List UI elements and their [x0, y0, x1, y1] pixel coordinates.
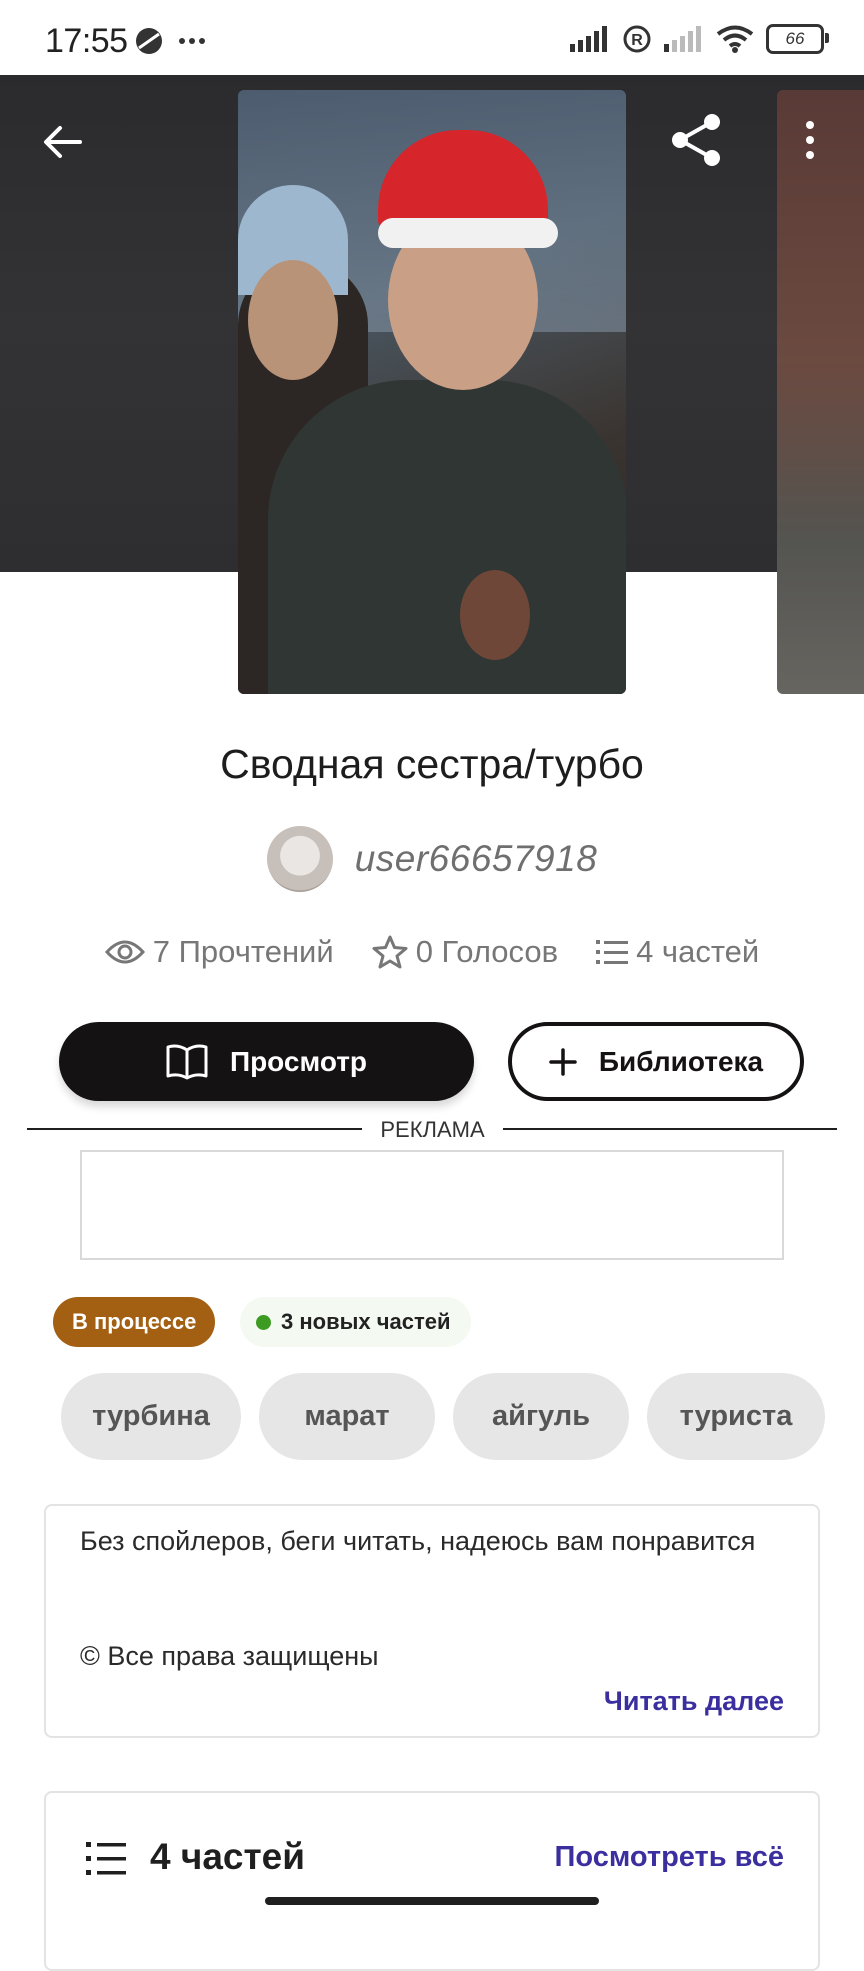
parts-section-title: 4 частей	[150, 1836, 305, 1877]
book-icon	[166, 1044, 208, 1079]
story-title: Сводная сестра/турбо	[220, 741, 644, 787]
svg-text:R: R	[631, 32, 643, 49]
parts-stat: 4 частей	[596, 934, 759, 970]
signal-weak-icon	[664, 26, 701, 52]
story-stats: 7 Прочтений 0 Голосов 4 частей	[0, 934, 864, 970]
more-vertical-icon	[806, 121, 814, 159]
read-more-link[interactable]: Читать далее	[604, 1686, 784, 1717]
back-button[interactable]	[30, 110, 94, 174]
roaming-r-icon: R	[623, 25, 651, 53]
wifi-icon	[716, 25, 754, 53]
author-avatar[interactable]	[266, 826, 333, 892]
battery-icon: 66	[766, 24, 829, 54]
eye-icon	[104, 940, 145, 964]
more-options-button[interactable]	[790, 104, 830, 176]
tag-chip[interactable]: айгуль	[453, 1373, 629, 1460]
home-indicator[interactable]	[265, 1897, 599, 1905]
status-right-icons: R 66	[570, 24, 829, 54]
tag-chip[interactable]: марат	[259, 1373, 435, 1460]
parts-count: 4 частей	[636, 934, 760, 969]
ad-label: РЕКЛАМА	[380, 1117, 485, 1142]
story-cover-image[interactable]	[238, 90, 626, 694]
star-icon	[372, 935, 408, 969]
parts-card	[44, 1791, 820, 1971]
list-icon	[86, 1842, 126, 1875]
read-button[interactable]: Просмотр	[59, 1022, 474, 1101]
new-parts-label: 3 новых частей	[281, 1309, 451, 1334]
new-indicator-dot	[256, 1314, 271, 1330]
battery-level: 66	[785, 29, 805, 48]
tag-chip[interactable]: туриста	[647, 1373, 825, 1460]
new-parts-badge: 3 новых частей	[240, 1297, 471, 1347]
status-left-icons	[134, 26, 206, 56]
read-button-label: Просмотр	[229, 1045, 368, 1077]
ad-divider-right	[503, 1128, 837, 1130]
status-badge: В процессе	[53, 1297, 216, 1347]
votes-count: 0 Голосов	[415, 934, 559, 969]
library-button-label: Библиотека	[598, 1045, 764, 1077]
author-row[interactable]: user66657918	[0, 826, 864, 892]
reads-count: 7 Прочтений	[152, 934, 334, 969]
reads-stat: 7 Прочтений	[104, 934, 334, 970]
votes-stat: 0 Голосов	[372, 934, 558, 970]
copyright-notice: © Все права защищены	[80, 1641, 379, 1671]
author-name[interactable]: user66657918	[355, 838, 598, 880]
add-to-library-button[interactable]: Библиотека	[508, 1022, 804, 1101]
share-button[interactable]	[660, 104, 732, 176]
plus-icon	[549, 1047, 577, 1076]
share-icon	[672, 114, 720, 166]
ad-container[interactable]	[80, 1150, 784, 1260]
more-dots-icon	[179, 38, 205, 44]
ad-divider-left	[27, 1128, 362, 1130]
list-icon	[596, 940, 629, 964]
tags-row: турбина марат айгуль туриста	[61, 1373, 825, 1460]
description-text: Без спойлеров, беги читать, надеюсь вам …	[80, 1526, 756, 1556]
tag-chip[interactable]: турбина	[61, 1373, 241, 1460]
back-arrow-icon	[44, 126, 82, 158]
status-time: 17:55	[45, 22, 128, 60]
do-not-disturb-icon	[136, 28, 162, 54]
signal-icon	[570, 26, 607, 52]
view-all-parts-link[interactable]: Посмотреть всё	[555, 1841, 784, 1874]
next-story-cover[interactable]	[777, 90, 864, 694]
